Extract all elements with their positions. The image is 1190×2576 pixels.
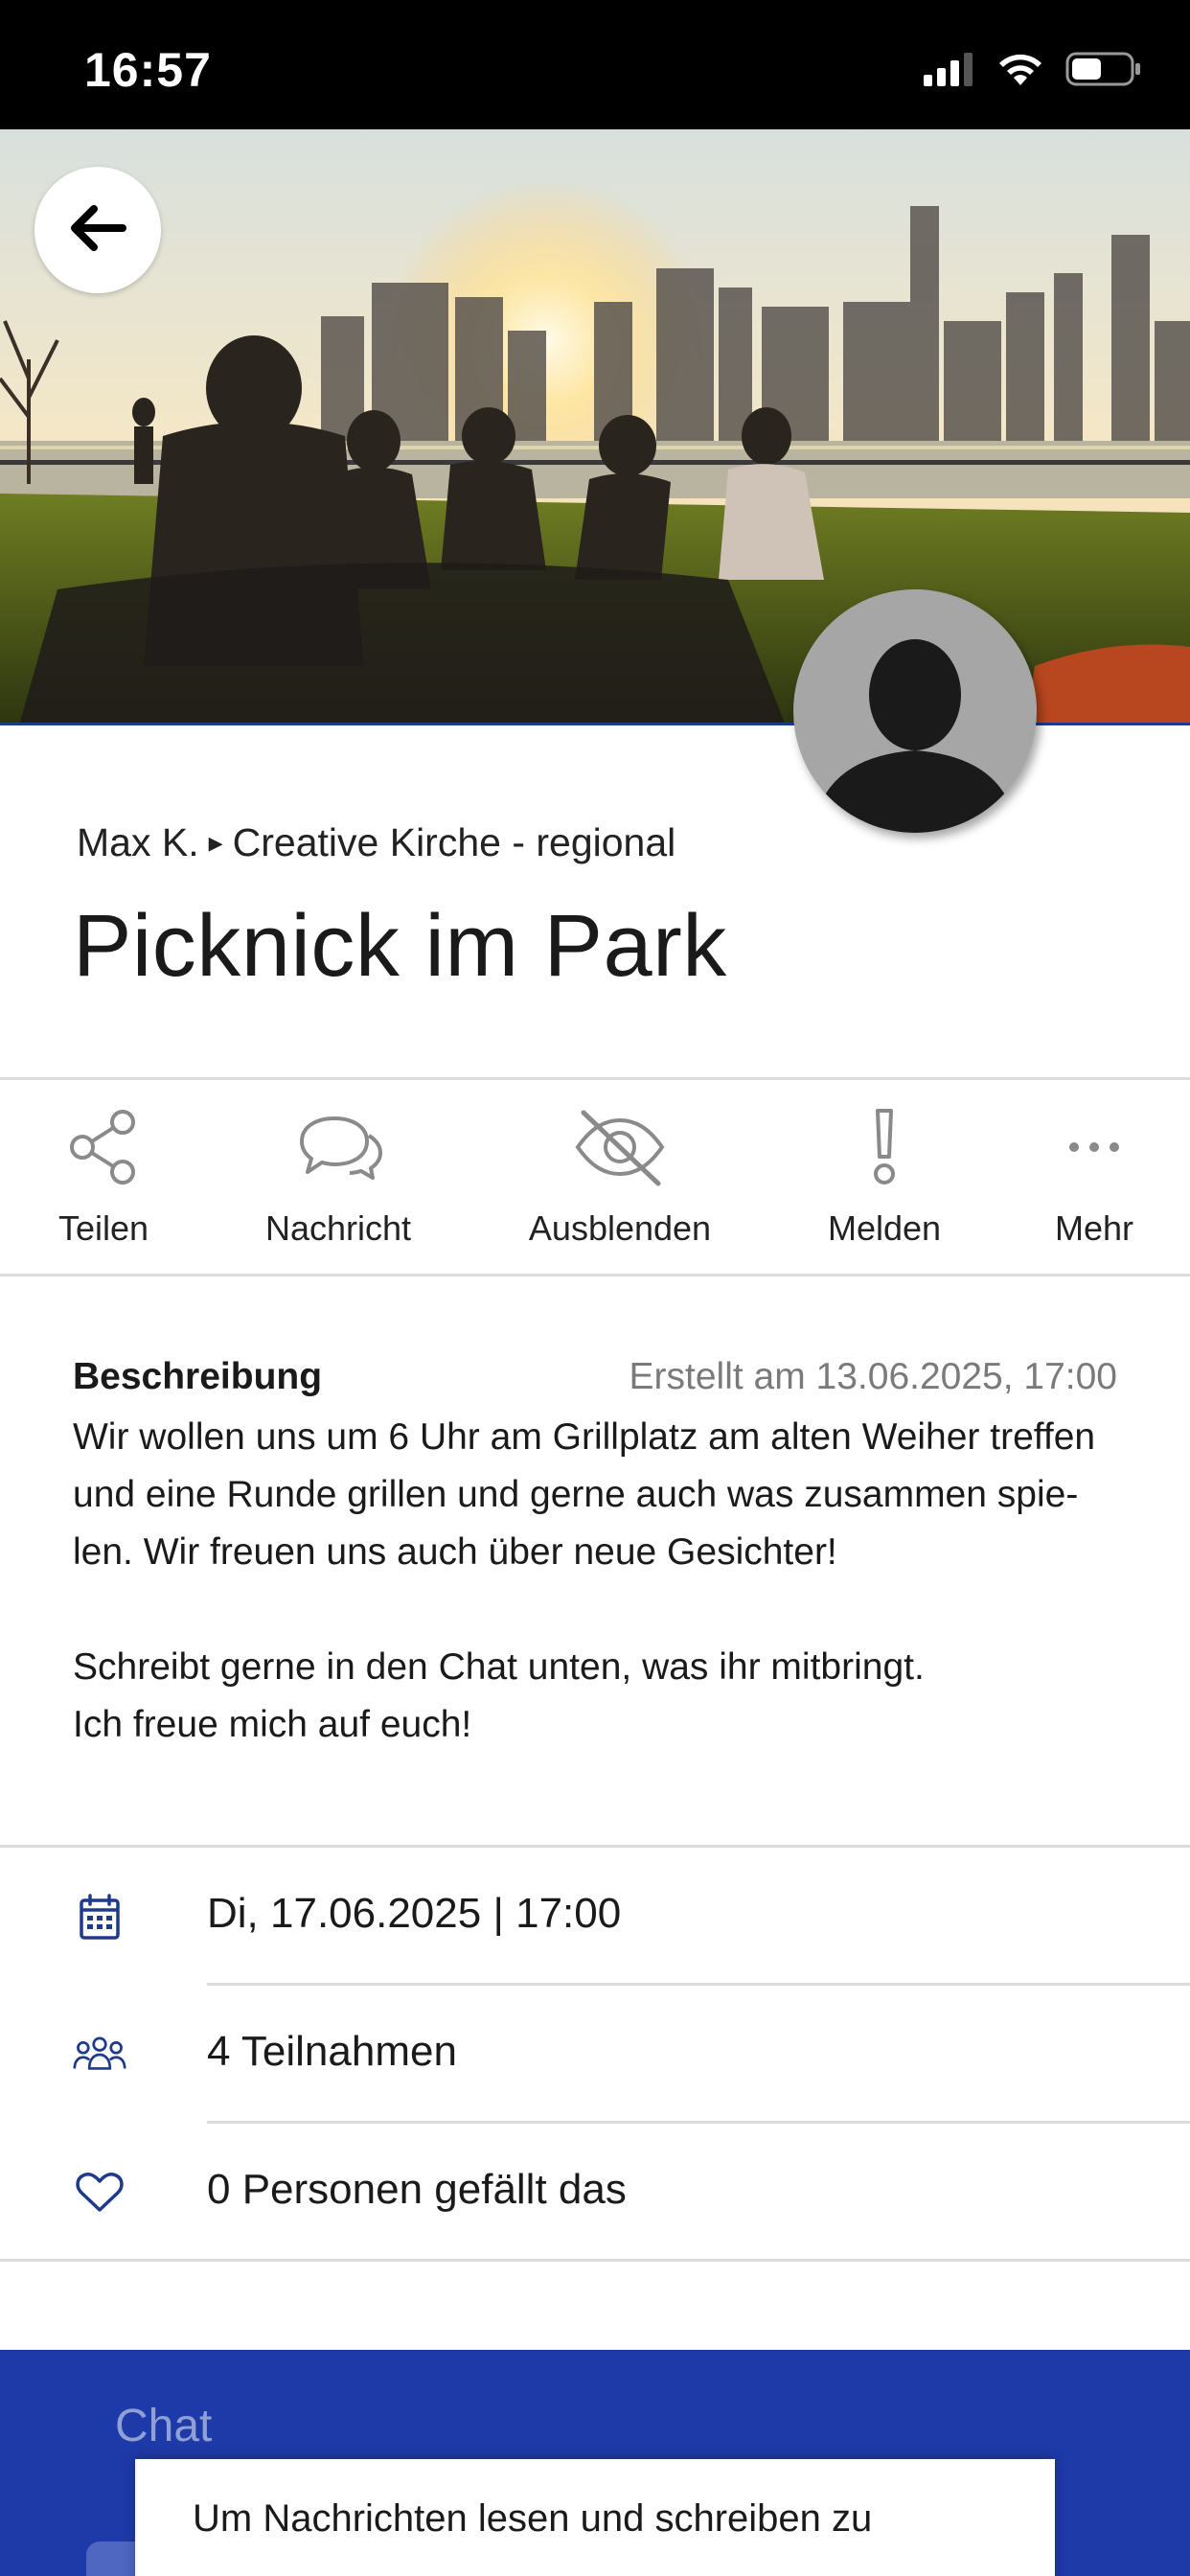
author-name[interactable]: Max K. [77, 820, 199, 865]
message-label: Nachricht [264, 1208, 412, 1248]
avatar[interactable] [793, 589, 1037, 833]
message-button[interactable]: Nachricht [247, 1109, 429, 1249]
chat-login-prompt: Um Nachrichten lesen und schreiben zu [193, 2497, 873, 2540]
share-button[interactable]: Teilen [36, 1109, 171, 1249]
group-name[interactable]: Creative Kirche - regional [233, 820, 676, 865]
description-text: Wir wollen uns um 6 Uhr am Grillplatz am… [73, 1409, 1127, 1754]
calendar-icon [73, 1890, 126, 1944]
arrow-left-icon [69, 203, 126, 258]
more-label: Mehr [1054, 1208, 1134, 1248]
status-bar: 16:57 [0, 0, 1190, 129]
likes-row[interactable]: 0 Personen gefällt das [0, 2124, 1190, 2262]
exclamation-icon [867, 1107, 902, 1192]
description-line: Schreibt gerne in den Chat unten, was ih… [73, 1646, 925, 1688]
participants-count: 4 Teilnahmen [207, 2028, 457, 2075]
description-line: Ich freue mich auf euch! [73, 1704, 472, 1745]
participants-row[interactable]: 4 Teilnahmen [0, 1986, 1190, 2124]
group-people-icon [73, 2028, 126, 2082]
likes-count: 0 Personen gefällt das [207, 2166, 627, 2213]
report-label: Melden [827, 1208, 942, 1248]
back-button[interactable] [34, 167, 161, 293]
description-header: Beschreibung Erstellt am 13.06.2025, 17:… [73, 1356, 1117, 1398]
created-timestamp: Erstellt am 13.06.2025, 17:00 [629, 1356, 1118, 1397]
breadcrumb: Max K. ▸ Creative Kirche - regional [77, 820, 675, 865]
battery-icon [1065, 50, 1142, 93]
more-button[interactable]: Mehr [1037, 1109, 1152, 1249]
page-title: Picknick im Park [73, 897, 727, 995]
event-date: Di, 17.06.2025 | 17:00 [207, 1890, 622, 1937]
breadcrumb-separator: ▸ [208, 827, 223, 859]
status-time: 16:57 [84, 43, 212, 97]
chat-login-card[interactable]: Um Nachrichten lesen und schreiben zu [135, 2459, 1055, 2576]
divider [0, 2259, 1190, 2262]
description-line: len. Wir freuen uns auch über neue Gesic… [73, 1531, 837, 1573]
status-icons [924, 50, 1142, 92]
wifi-icon [996, 51, 1044, 92]
description-line: und eine Runde grillen und gerne auch wa… [73, 1474, 1079, 1515]
chat-bubbles-icon [294, 1113, 382, 1186]
heart-icon [73, 2166, 126, 2220]
description-label: Beschreibung [73, 1356, 323, 1397]
event-date-row: Di, 17.06.2025 | 17:00 [0, 1848, 1190, 1986]
report-button[interactable]: Melden [822, 1107, 947, 1249]
share-icon [67, 1109, 140, 1190]
more-dots-icon [1067, 1140, 1121, 1159]
chat-title: Chat [115, 2401, 213, 2451]
hide-label: Ausblenden [528, 1208, 712, 1248]
eye-slash-icon [572, 1107, 668, 1192]
person-silhouette-icon [812, 639, 1018, 833]
action-bar: Teilen Nachricht Ausblenden Melden Mehr [0, 1077, 1190, 1276]
description-line: Wir wollen uns um 6 Uhr am Grillplatz am… [73, 1416, 1096, 1458]
cellular-signal-icon [924, 52, 975, 91]
share-label: Teilen [57, 1208, 149, 1248]
hide-button[interactable]: Ausblenden [519, 1109, 721, 1249]
